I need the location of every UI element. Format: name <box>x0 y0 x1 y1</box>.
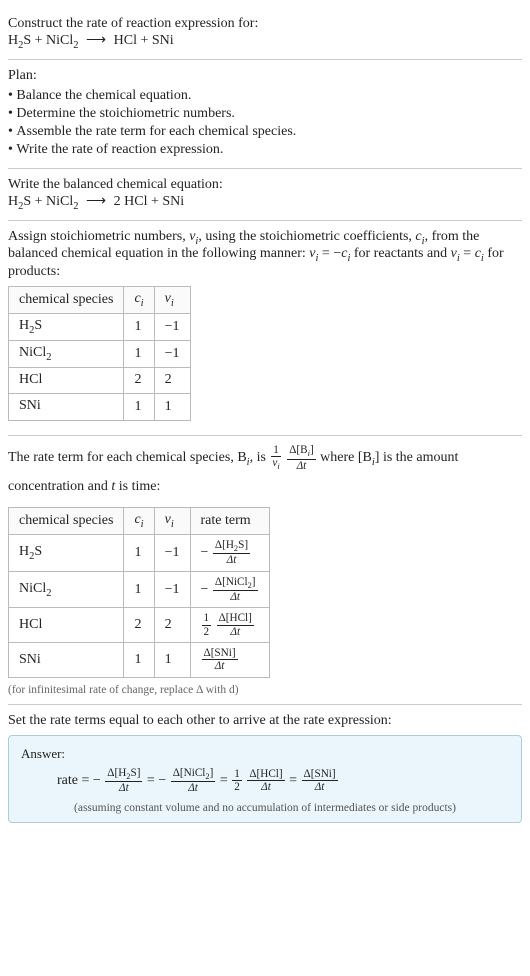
answer-box: Answer: rate = − Δ[H2S] Δt = − Δ[NiCl2] … <box>8 735 522 824</box>
plan-list: Balance the chemical equation. Determine… <box>8 88 522 158</box>
prompt-equation: H2S + NiCl2 ⟶ HCl + SNi <box>8 32 522 51</box>
table-row: SNi 1 1 Δ[SNi] Δt <box>9 643 270 678</box>
list-item: Balance the chemical equation. <box>8 88 522 104</box>
balanced-title: Write the balanced chemical equation: <box>8 177 522 193</box>
table-row: NiCl2 1 −1 − Δ[NiCl2] Δt <box>9 571 270 608</box>
list-item: Write the rate of reaction expression. <box>8 142 522 158</box>
plan-title: Plan: <box>8 68 522 84</box>
balanced-equation: H2S + NiCl2 ⟶ 2 HCl + SNi <box>8 193 522 212</box>
final-section: Set the rate terms equal to each other t… <box>8 705 522 832</box>
prompt-rhs: HCl + SNi <box>114 33 174 48</box>
col-species: chemical species <box>9 287 124 314</box>
prompt-lhs-b: S + NiCl <box>23 33 73 48</box>
answer-expression: rate = − Δ[H2S] Δt = − Δ[NiCl2] Δt = 1 2… <box>21 766 509 797</box>
arrow-icon: ⟶ <box>82 33 110 48</box>
col-nu: νi <box>154 287 190 314</box>
table-header-row: chemical species ci νi rate term <box>9 508 270 535</box>
col-c: ci <box>124 287 154 314</box>
rate-footnote: (for infinitesimal rate of change, repla… <box>8 684 522 696</box>
list-item: Determine the stoichiometric numbers. <box>8 106 522 122</box>
prompt-lhs-sub2: 2 <box>73 40 78 51</box>
rate-table: chemical species ci νi rate term H2S 1 −… <box>8 507 270 678</box>
table-header-row: chemical species ci νi <box>9 287 191 314</box>
prompt-lhs-a: H <box>8 33 18 48</box>
rate-intro: The rate term for each chemical species,… <box>8 444 522 501</box>
arrow-icon: ⟶ <box>82 194 110 209</box>
list-item: Assemble the rate term for each chemical… <box>8 124 522 140</box>
rate-section: The rate term for each chemical species,… <box>8 436 522 705</box>
stoich-table: chemical species ci νi H2S 1 −1 NiCl2 1 … <box>8 286 191 421</box>
table-row: SNi 1 1 <box>9 394 191 421</box>
table-row: H2S 1 −1 − Δ[H2S] Δt <box>9 534 270 571</box>
answer-footnote: (assuming constant volume and no accumul… <box>21 802 509 814</box>
plan-section: Plan: Balance the chemical equation. Det… <box>8 60 522 169</box>
final-title: Set the rate terms equal to each other t… <box>8 713 522 729</box>
table-row: NiCl2 1 −1 <box>9 340 191 367</box>
prompt-title: Construct the rate of reaction expressio… <box>8 16 522 32</box>
stoich-section: Assign stoichiometric numbers, νi, using… <box>8 221 522 437</box>
table-row: H2S 1 −1 <box>9 313 191 340</box>
answer-label: Answer: <box>21 746 509 762</box>
stoich-text: Assign stoichiometric numbers, νi, using… <box>8 229 522 281</box>
delta-frac: Δ[Bi] Δt <box>287 444 315 472</box>
table-row: HCl 2 2 1 2 Δ[HCl] Δt <box>9 608 270 643</box>
coef-frac: 1 νi <box>270 444 281 472</box>
prompt-section: Construct the rate of reaction expressio… <box>8 8 522 60</box>
balanced-section: Write the balanced chemical equation: H2… <box>8 169 522 221</box>
table-row: HCl 2 2 <box>9 367 191 394</box>
